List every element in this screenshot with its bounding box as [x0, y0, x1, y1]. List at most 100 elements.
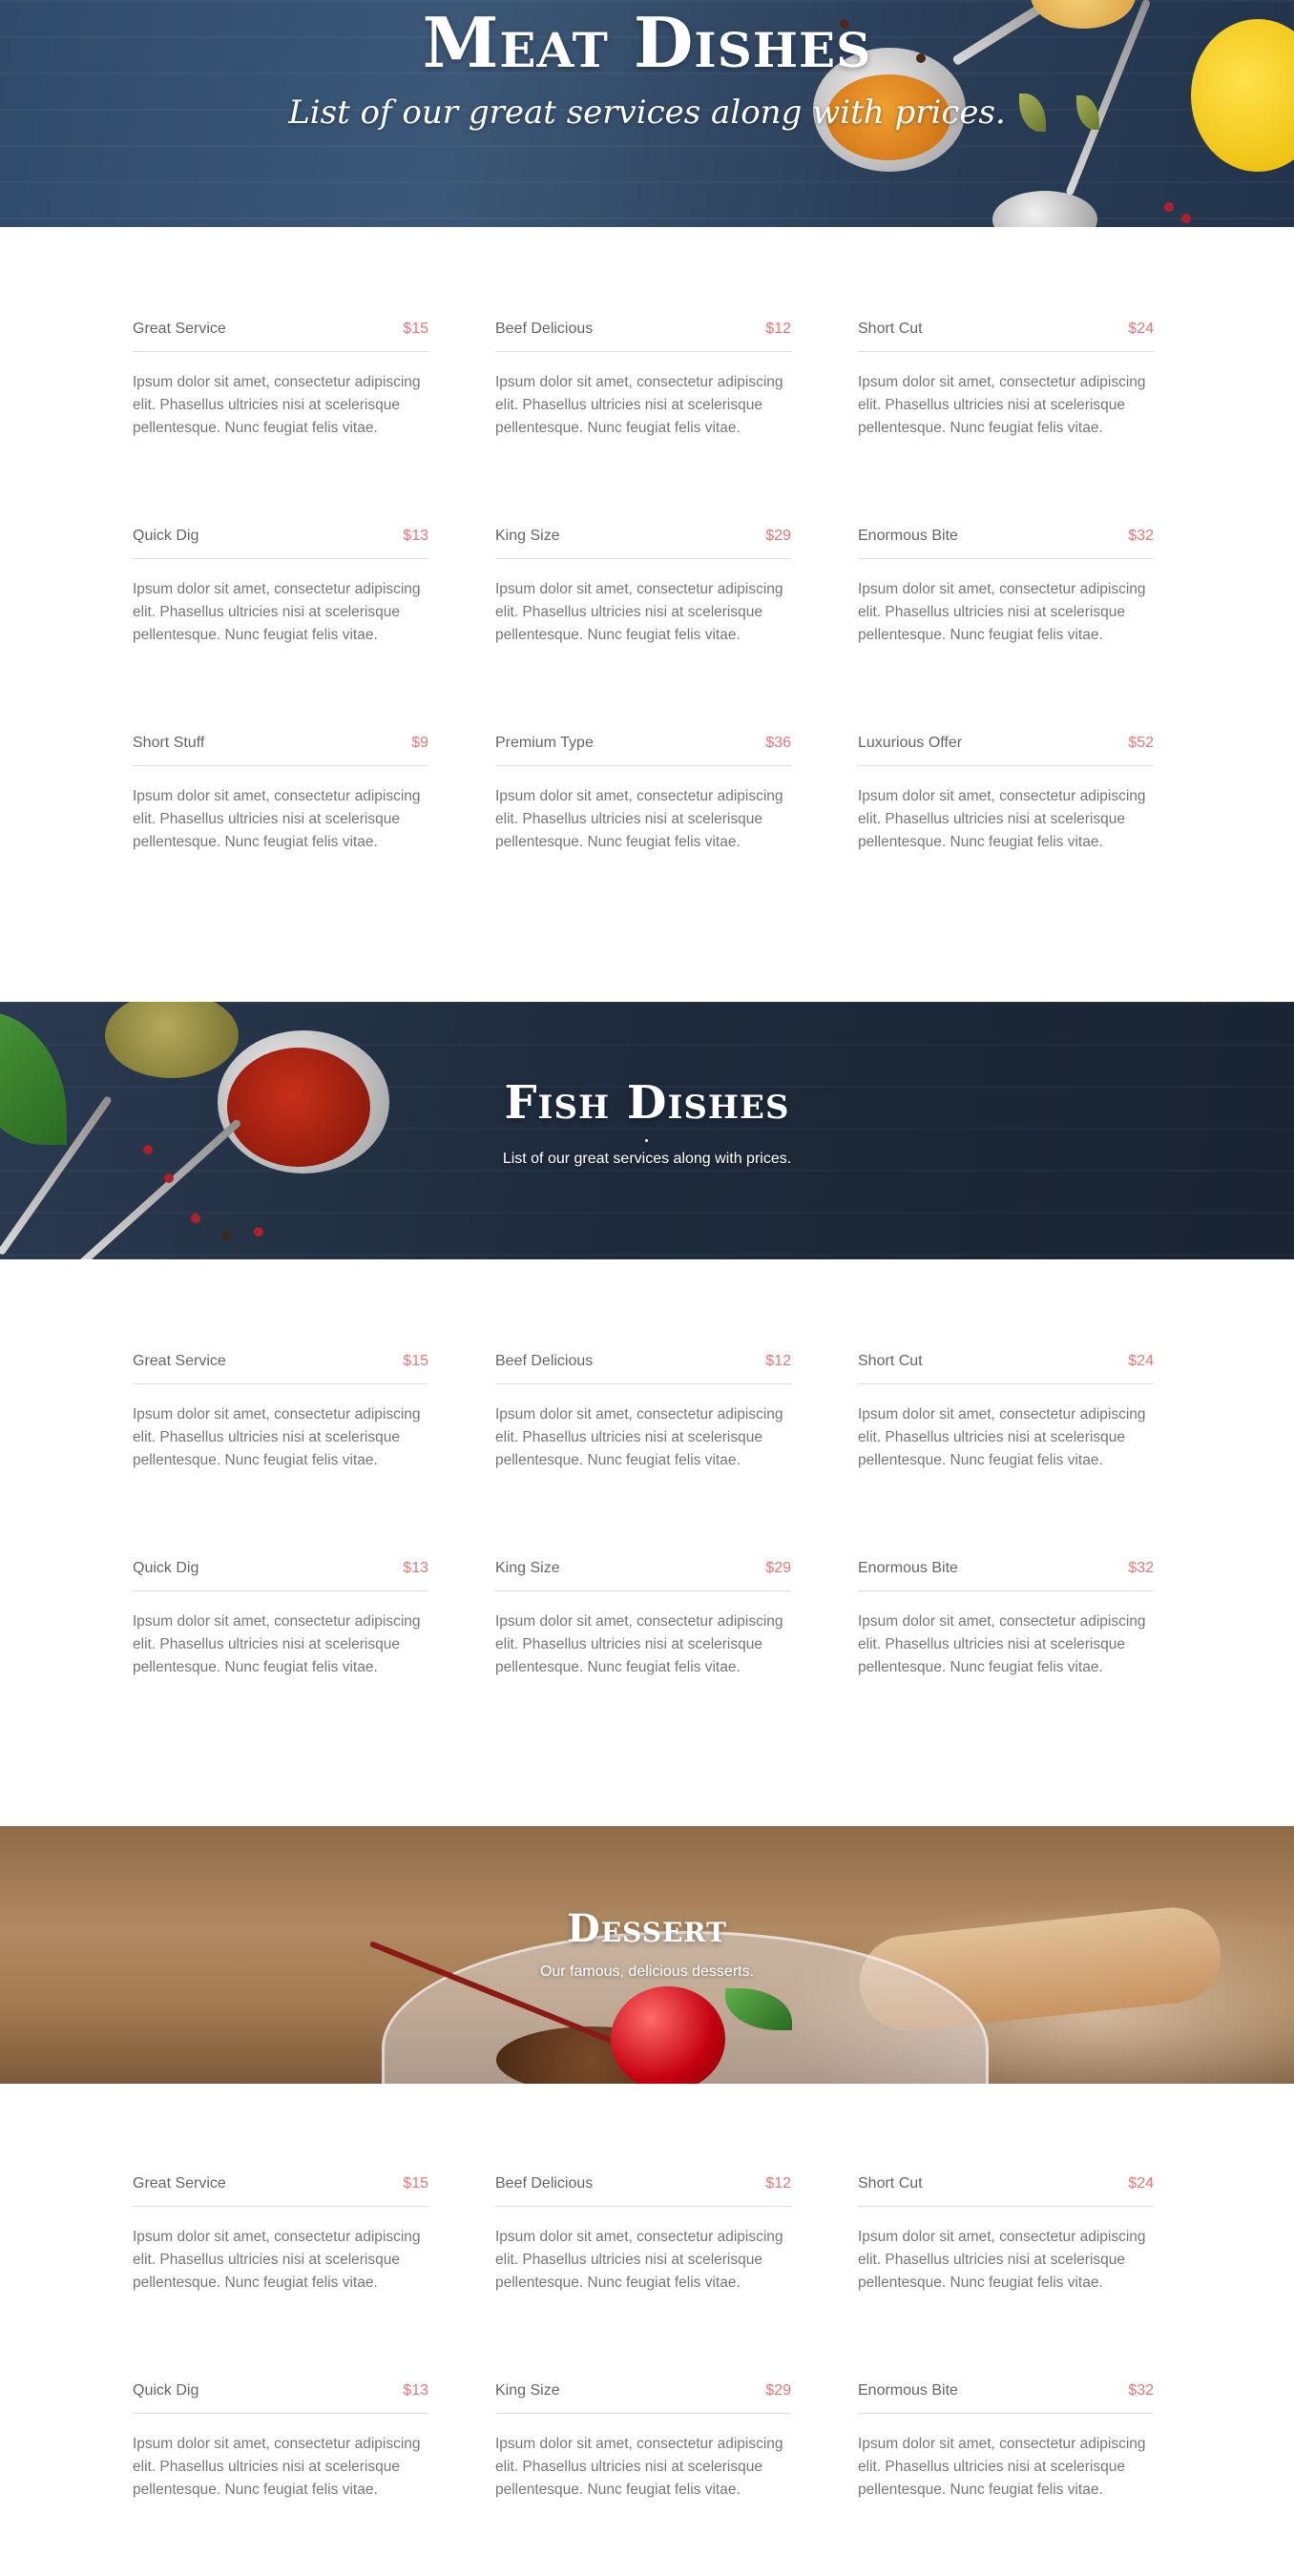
cherry-image [611, 1986, 725, 2084]
menu-item-name: Short Cut [858, 2175, 923, 2192]
menu-item-price: $9 [411, 735, 428, 751]
menu-item: Beef Delicious $12 Ipsum dolor sit amet,… [495, 2175, 791, 2295]
peppercorn-image [191, 1214, 200, 1223]
menu-item: Great Service $15 Ipsum dolor sit amet, … [133, 1353, 428, 1472]
menu-item-name: Enormous Bite [858, 1560, 958, 1576]
menu-item: Enormous Bite $32 Ipsum dolor sit amet, … [858, 1560, 1154, 1679]
menu-item-header: King Size $29 [495, 528, 791, 559]
fish-subtitle: List of our great services along with pr… [502, 1151, 792, 1167]
menu-item-description: Ipsum dolor sit amet, consectetur adipis… [858, 2436, 1146, 2498]
menu-item-name: Short Stuff [133, 735, 205, 751]
menu-item-price: $32 [1128, 528, 1154, 544]
menu-item-header: Great Service $15 [133, 321, 428, 352]
menu-item-description: Ipsum dolor sit amet, consectetur adipis… [495, 374, 783, 436]
menu-item-price: $15 [403, 321, 428, 337]
menu-item-description: Ipsum dolor sit amet, consectetur adipis… [858, 2229, 1146, 2291]
menu-item-name: Beef Delicious [495, 321, 594, 337]
menu-item-price: $29 [765, 528, 791, 544]
menu-item: Quick Dig $13 Ipsum dolor sit amet, cons… [133, 528, 428, 647]
menu-item-description: Ipsum dolor sit amet, consectetur adipis… [133, 581, 421, 643]
menu-item-description: Ipsum dolor sit amet, consectetur adipis… [133, 1406, 421, 1468]
peppercorn-image [164, 1174, 174, 1183]
menu-item-price: $29 [765, 2382, 791, 2399]
menu-item-header: Beef Delicious $12 [495, 2175, 791, 2207]
dessert-subtitle: Our famous, delicious desserts. [539, 1963, 755, 1980]
dessert-banner: Dessert Our famous, delicious desserts. [0, 1826, 1294, 2084]
menu-item-description: Ipsum dolor sit amet, consectetur adipis… [133, 1613, 421, 1675]
menu-item-name: Great Service [133, 321, 226, 337]
menu-item-price: $13 [403, 1560, 428, 1576]
menu-item: King Size $29 Ipsum dolor sit amet, cons… [495, 528, 791, 647]
menu-item-header: Enormous Bite $32 [858, 2382, 1154, 2414]
menu-item: Quick Dig $13 Ipsum dolor sit amet, cons… [133, 2382, 428, 2502]
menu-item-description: Ipsum dolor sit amet, consectetur adipis… [858, 788, 1146, 850]
menu-item: Short Stuff $9 Ipsum dolor sit amet, con… [133, 735, 428, 854]
fish-menu: Great Service $15 Ipsum dolor sit amet, … [0, 1259, 1294, 1826]
fish-title: Fish Dishes [504, 1076, 790, 1130]
menu-item-price: $12 [765, 2175, 791, 2192]
menu-item-description: Ipsum dolor sit amet, consectetur adipis… [858, 581, 1146, 643]
menu-item-header: Quick Dig $13 [133, 2382, 428, 2414]
menu-item-price: $15 [403, 2175, 428, 2192]
menu-item-price: $13 [403, 528, 428, 544]
menu-item: Short Cut $24 Ipsum dolor sit amet, cons… [858, 1353, 1154, 1472]
menu-item-price: $36 [765, 735, 791, 751]
spoon-handle-image-2 [73, 1118, 242, 1259]
menu-item-description: Ipsum dolor sit amet, consectetur adipis… [495, 2436, 783, 2498]
menu-item-name: Quick Dig [133, 1560, 199, 1576]
menu-item-description: Ipsum dolor sit amet, consectetur adipis… [858, 1406, 1146, 1468]
menu-item-header: Great Service $15 [133, 1353, 428, 1384]
menu-item-name: Short Cut [858, 1353, 923, 1369]
fish-banner: Fish Dishes List of our great services a… [0, 1002, 1294, 1259]
menu-item-header: Luxurious Offer $52 [858, 735, 1154, 766]
menu-item-header: Short Stuff $9 [133, 735, 428, 766]
peppercorn-image [254, 1227, 263, 1236]
menu-item-price: $24 [1128, 1353, 1154, 1369]
menu-item-description: Ipsum dolor sit amet, consectetur adipis… [495, 2229, 783, 2291]
menu-item-name: Great Service [133, 2175, 226, 2192]
menu-item: Short Cut $24 Ipsum dolor sit amet, cons… [858, 2175, 1154, 2295]
peppercorn-image [1181, 214, 1191, 223]
menu-item-header: Beef Delicious $12 [495, 1353, 791, 1384]
menu-item-header: Enormous Bite $32 [858, 528, 1154, 559]
menu-item-price: $32 [1128, 1560, 1154, 1576]
menu-item-price: $15 [403, 1353, 428, 1369]
menu-item-description: Ipsum dolor sit amet, consectetur adipis… [495, 581, 783, 643]
menu-item-price: $13 [403, 2382, 428, 2399]
menu-item: Enormous Bite $32 Ipsum dolor sit amet, … [858, 2382, 1154, 2502]
menu-item-description: Ipsum dolor sit amet, consectetur adipis… [133, 2436, 421, 2498]
menu-item-header: Great Service $15 [133, 2175, 428, 2207]
menu-item: Beef Delicious $12 Ipsum dolor sit amet,… [495, 1353, 791, 1472]
menu-item: Luxurious Offer $52 Ipsum dolor sit amet… [858, 735, 1154, 854]
menu-item: Great Service $15 Ipsum dolor sit amet, … [133, 321, 428, 440]
menu-item-header: Short Cut $24 [858, 321, 1154, 352]
title-divider-dot [645, 1139, 648, 1142]
menu-item-header: Short Cut $24 [858, 1353, 1154, 1384]
menu-item-header: Enormous Bite $32 [858, 1560, 1154, 1591]
menu-item-name: Quick Dig [133, 2382, 199, 2399]
menu-item-header: King Size $29 [495, 2382, 791, 2414]
menu-item-price: $24 [1128, 321, 1154, 337]
menu-item-price: $32 [1128, 2382, 1154, 2399]
menu-item-name: Enormous Bite [858, 528, 958, 544]
meat-banner: Meat Dishes List of our great services a… [0, 0, 1294, 227]
menu-item-name: Beef Delicious [495, 2175, 594, 2192]
menu-item-price: $52 [1128, 735, 1154, 751]
meat-menu: Great Service $15 Ipsum dolor sit amet, … [0, 227, 1294, 1002]
menu-item-description: Ipsum dolor sit amet, consectetur adipis… [858, 1613, 1146, 1675]
menu-item-description: Ipsum dolor sit amet, consectetur adipis… [133, 2229, 421, 2291]
menu-item-price: $29 [765, 1560, 791, 1576]
menu-item-description: Ipsum dolor sit amet, consectetur adipis… [495, 1613, 783, 1675]
peppercorn-image [1164, 202, 1174, 212]
menu-item-name: King Size [495, 2382, 560, 2399]
menu-item: King Size $29 Ipsum dolor sit amet, cons… [495, 2382, 791, 2502]
menu-item-description: Ipsum dolor sit amet, consectetur adipis… [133, 788, 421, 850]
spoon-image-2 [992, 191, 1097, 227]
menu-item-name: King Size [495, 528, 560, 544]
menu-item-description: Ipsum dolor sit amet, consectetur adipis… [495, 788, 783, 850]
menu-item-header: King Size $29 [495, 1560, 791, 1591]
dessert-title: Dessert [567, 1906, 727, 1951]
menu-item-name: King Size [495, 1560, 560, 1576]
menu-item-name: Beef Delicious [495, 1353, 594, 1369]
menu-item-header: Short Cut $24 [858, 2175, 1154, 2207]
